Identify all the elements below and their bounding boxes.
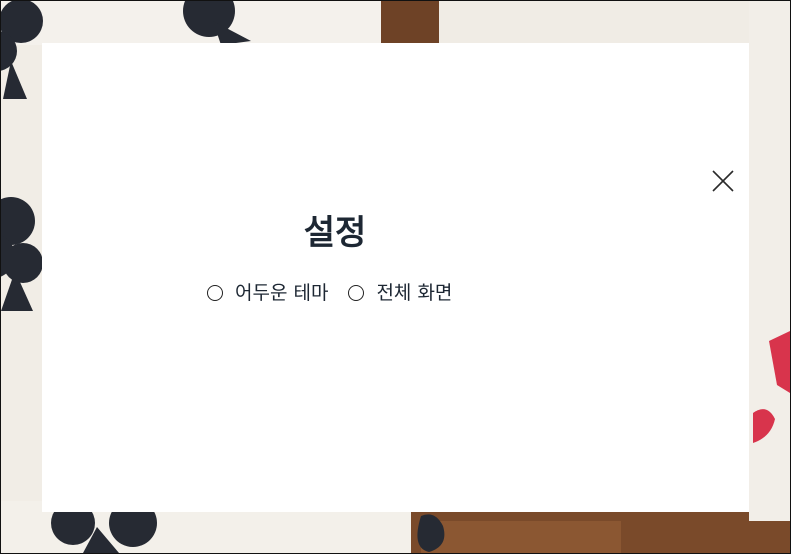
dark-theme-label: 어두운 테마: [235, 282, 329, 304]
window-frame: 설정 어두운 테마 전체 화면: [0, 0, 791, 554]
settings-options: 어두운 테마 전체 화면: [207, 279, 452, 307]
dialog-title: 설정: [303, 213, 367, 253]
settings-dialog: 설정 어두운 테마 전체 화면: [42, 43, 749, 512]
close-icon: [712, 170, 734, 192]
close-button[interactable]: [709, 167, 737, 195]
fullscreen-radio[interactable]: [348, 285, 365, 301]
dark-theme-option[interactable]: 어두운 테마: [207, 279, 328, 307]
fullscreen-option[interactable]: 전체 화면: [348, 279, 452, 307]
fullscreen-label: 전체 화면: [376, 282, 453, 304]
dark-theme-radio[interactable]: [207, 285, 223, 301]
